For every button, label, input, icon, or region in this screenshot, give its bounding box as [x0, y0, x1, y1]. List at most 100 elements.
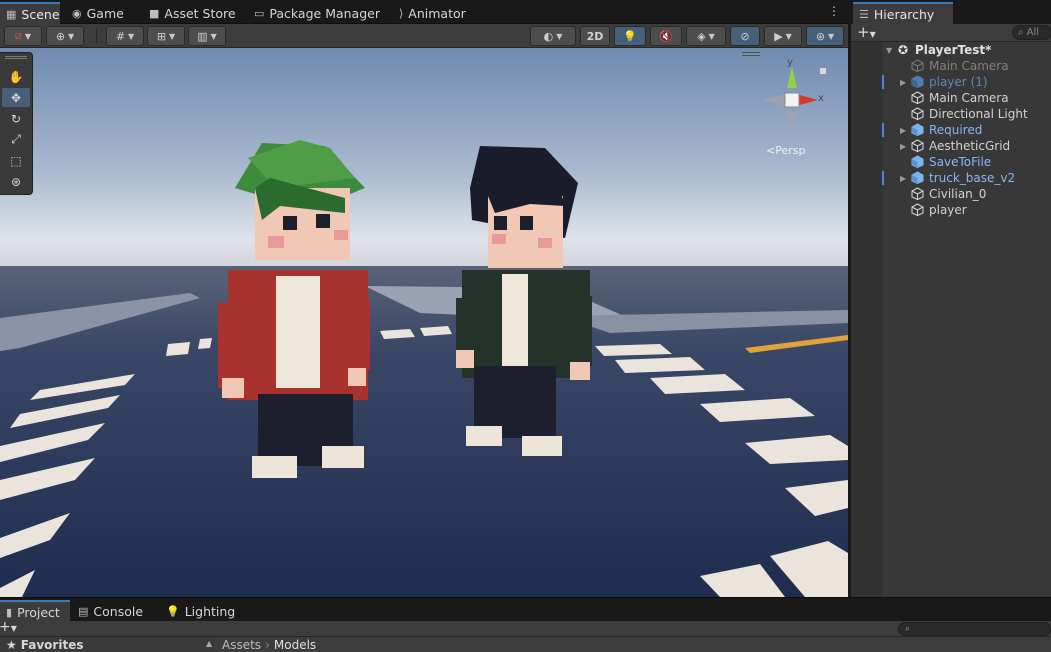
audio-mute-icon: 🔇	[659, 29, 673, 43]
draw-mode-dropdown[interactable]: ⧄ ▼	[4, 26, 42, 46]
tab-animator[interactable]: ⟩ Animator	[393, 2, 472, 24]
chevron-down-icon: ▼	[210, 31, 217, 41]
more-options-icon[interactable]: ⋮	[828, 4, 840, 20]
prefab-icon	[911, 123, 924, 137]
hierarchy-search-input[interactable]: ⌕ All	[1012, 25, 1051, 40]
tab-game[interactable]: ◉ Game	[66, 2, 130, 24]
gameobject-icon	[911, 139, 924, 153]
hierarchy-item-main-camera[interactable]: Main Camera	[851, 90, 1051, 106]
global-local-dropdown[interactable]: ⊕ ▼	[46, 26, 84, 46]
gizmo-x-label: x	[818, 93, 824, 104]
scene-tab-bar: ▦ Scene ◉ Game ■ Asset Store ▭ Package M…	[0, 0, 848, 24]
tab-package-manager[interactable]: ▭ Package Manager	[248, 2, 386, 24]
hand-icon: ✋	[8, 69, 24, 84]
shading-mode-dropdown[interactable]: ◐ ▼	[530, 26, 576, 46]
tab-hierarchy[interactable]: ☰ Hierarchy	[853, 2, 953, 24]
star-icon: ★	[6, 637, 17, 652]
expand-arrow-icon: ▶	[900, 125, 907, 135]
unity-scene-icon: ✪	[898, 43, 909, 57]
grid-visibility-dropdown[interactable]: ▥ ▼	[188, 26, 226, 46]
prefab-icon	[911, 171, 924, 185]
expand-arrow-icon: ▶	[900, 173, 907, 183]
scene-icon: ▦	[6, 7, 17, 21]
toolbar-divider	[96, 28, 97, 44]
chevron-down-icon: ▼	[869, 30, 876, 39]
hierarchy-item-truck-base-v2[interactable]: ▶ truck_base_v2	[851, 170, 1051, 186]
hierarchy-scene-row[interactable]: ▼ ✪ PlayerTest*	[851, 42, 1051, 58]
chevron-down-icon: ▼	[128, 31, 135, 41]
breadcrumb-separator-icon: ›	[265, 637, 270, 652]
hierarchy-item-aesthetic-grid[interactable]: ▶ AestheticGrid	[851, 138, 1051, 154]
plus-icon: +	[857, 23, 870, 41]
package-icon: ▭	[254, 6, 265, 20]
project-search-input[interactable]: ⌕	[898, 622, 1051, 636]
add-object-button[interactable]: +▼	[857, 24, 876, 43]
tab-lighting[interactable]: 💡 Lighting	[160, 600, 241, 622]
hierarchy-item-main-camera-disabled[interactable]: Main Camera	[851, 58, 1051, 74]
tab-console[interactable]: ▤ Console	[72, 600, 149, 622]
toggle-2d-button[interactable]: 2D	[580, 26, 610, 46]
breadcrumb-assets[interactable]: Assets	[222, 638, 261, 652]
transform-tool-button[interactable]: ⊛	[2, 172, 30, 191]
hierarchy-item-save-to-file[interactable]: SaveToFile	[851, 154, 1051, 170]
scene-visibility-toggle[interactable]: ⊘	[730, 26, 760, 46]
hierarchy-icon: ☰	[859, 7, 869, 21]
rect-tool-button[interactable]: ⬚	[2, 151, 30, 170]
override-marker	[882, 171, 884, 185]
chevron-down-icon: ▼	[24, 31, 32, 41]
search-icon: ⌕	[905, 624, 911, 634]
camera-settings-dropdown[interactable]: ▶ ▼	[764, 26, 802, 46]
hierarchy-item-required[interactable]: ▶ Required	[851, 122, 1051, 138]
expand-arrow-icon: ▼	[886, 45, 893, 55]
breadcrumb-models[interactable]: Models	[274, 638, 316, 652]
asset-store-icon: ■	[149, 6, 160, 20]
hierarchy-item-player[interactable]: player	[851, 202, 1051, 218]
lighting-toggle-button[interactable]: 💡	[614, 26, 646, 46]
gizmos-dropdown[interactable]: ⊛ ▼	[806, 26, 844, 46]
scene-viewport[interactable]: y x <Persp	[0, 48, 848, 597]
gameobject-icon	[911, 59, 924, 73]
game-icon: ◉	[72, 6, 82, 20]
project-add-button[interactable]: +▼	[0, 619, 17, 635]
breadcrumb: Assets › Models	[214, 637, 1051, 652]
gameobject-icon	[911, 91, 924, 105]
hierarchy-item-civilian-0[interactable]: Civilian_0	[851, 186, 1051, 202]
gameobject-icon	[911, 107, 924, 121]
hierarchy-item-directional-light[interactable]: Directional Light	[851, 106, 1051, 122]
tab-scene[interactable]: ▦ Scene	[0, 2, 60, 24]
hand-tool-button[interactable]: ✋	[2, 67, 30, 86]
transform-tools-overlay: ✋ ✥ ↻ ⤢ ⬚ ⊛	[0, 52, 33, 195]
lightbulb-icon: 💡	[623, 29, 637, 43]
scale-icon: ⤢	[11, 132, 21, 146]
audio-toggle-button[interactable]: 🔇	[650, 26, 682, 46]
favorites-header[interactable]: ★ Favorites	[0, 637, 212, 652]
hierarchy-toolbar: +▼ ⌕ All	[851, 24, 1051, 42]
chevron-down-icon: ▼	[169, 31, 176, 41]
project-icon: ▮	[6, 605, 13, 619]
hierarchy-tab-bar: ☰ Hierarchy	[851, 0, 1051, 24]
scroll-up-icon[interactable]: ▲	[206, 639, 212, 648]
gameobject-icon	[911, 203, 924, 217]
tab-asset-store[interactable]: ■ Asset Store	[143, 2, 242, 24]
move-tool-button[interactable]: ✥	[2, 88, 30, 107]
hierarchy-panel: ☰ Hierarchy +▼ ⌕ All ▼ ✪ PlayerTest* Mai…	[849, 0, 1051, 597]
shading-sphere-icon: ◐	[543, 29, 554, 43]
globe-icon: ⊕	[55, 29, 66, 43]
move-icon: ✥	[10, 90, 22, 105]
console-icon: ▤	[78, 604, 89, 618]
scale-tool-button[interactable]: ⤢	[2, 130, 30, 149]
effects-dropdown[interactable]: ◈ ▼	[686, 26, 726, 46]
tools-drag-handle[interactable]	[5, 56, 27, 59]
persp-toggle[interactable]: <Persp	[766, 144, 805, 157]
prefab-icon	[911, 155, 924, 169]
prefab-icon	[911, 75, 924, 89]
hidden-eye-icon: ⊘	[740, 29, 750, 43]
camera-icon: ▶	[774, 29, 783, 43]
bottom-tab-bar: ▮ Project ▤ Console 💡 Lighting	[0, 597, 1051, 622]
snap-increment-dropdown[interactable]: ⊞ ▼	[147, 26, 185, 46]
rotate-tool-button[interactable]: ↻	[2, 109, 30, 128]
grid-snap-dropdown[interactable]: # ▼	[106, 26, 144, 46]
rect-icon: ⬚	[10, 153, 22, 168]
hierarchy-item-player-1[interactable]: ▶ player (1)	[851, 74, 1051, 90]
scene-toolbar: ⧄ ▼ ⊕ ▼ # ▼ ⊞ ▼ ▥ ▼ ◐ ▼ 2D 💡 🔇 ◈ ▼ ⊘ ▶ ▼ ⊛ ▼	[0, 24, 848, 48]
